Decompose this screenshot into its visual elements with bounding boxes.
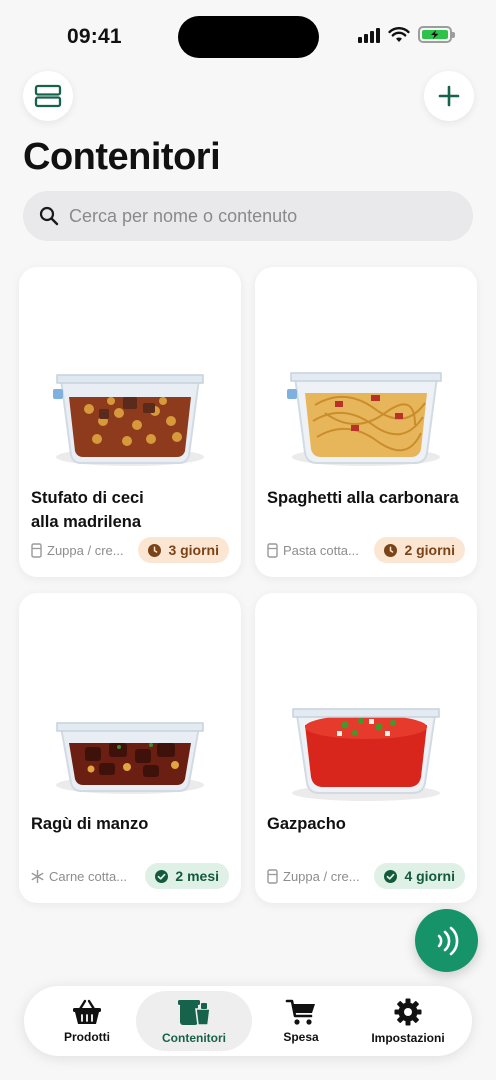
status-bar: 09:41 <box>0 0 496 70</box>
nfc-scan-button[interactable] <box>415 909 478 972</box>
page-title: Contenitori <box>23 136 221 178</box>
tab-label: Impostazioni <box>371 1031 445 1045</box>
expiry-badge: 2 giorni <box>374 537 465 563</box>
check-icon <box>155 869 169 883</box>
card-footer: Pasta cotta... 2 giorni <box>267 537 465 563</box>
container-card[interactable]: Spaghetti alla carbonara Pasta cotta... … <box>255 267 477 577</box>
container-name: Ragù di manzo <box>31 815 149 833</box>
card-footer: Zuppa / cre... 4 giorni <box>267 863 465 889</box>
container-name: Stufato di ceci alla madrilena <box>31 489 144 531</box>
clock-icon <box>148 543 162 557</box>
category-label: Carne cotta... <box>49 868 128 884</box>
expiry-label: 2 mesi <box>175 868 219 884</box>
add-container-button[interactable] <box>424 71 474 121</box>
card-footer: Zuppa / cre... 3 giorni <box>31 537 229 563</box>
layout-toggle-button[interactable] <box>23 71 73 121</box>
container-card[interactable]: Stufato di ceci alla madrilena Zuppa / c… <box>19 267 241 577</box>
dynamic-island <box>178 16 319 58</box>
tab-contenitori[interactable]: Contenitori <box>136 991 252 1051</box>
container-card[interactable]: Ragù di manzo Carne cotta... 2 mesi <box>19 593 241 903</box>
container-card[interactable]: Gazpacho Zuppa / cre... 4 giorni <box>255 593 477 903</box>
fridge-icon <box>31 542 42 558</box>
nfc-icon <box>437 926 458 955</box>
expiry-badge: 3 giorni <box>138 537 229 563</box>
container-name: Spaghetti alla carbonara <box>267 489 459 507</box>
search-bar[interactable] <box>23 191 473 241</box>
check-icon <box>384 869 398 883</box>
basket-icon <box>73 999 101 1024</box>
snowflake-icon <box>31 869 44 883</box>
tab-spesa[interactable]: Spesa <box>243 991 359 1051</box>
expiry-badge: 4 giorni <box>374 863 465 889</box>
expiry-label: 4 giorni <box>404 868 455 884</box>
status-time: 09:41 <box>67 25 122 48</box>
container-name: Gazpacho <box>267 815 346 833</box>
tab-label: Spesa <box>283 1030 319 1044</box>
gazpacho-image <box>292 708 440 801</box>
category: Zuppa / cre... <box>267 869 360 884</box>
tab-label: Prodotti <box>64 1030 110 1044</box>
list-layout-icon <box>34 84 62 108</box>
cart-icon <box>285 999 315 1025</box>
tab-bar: Prodotti Contenitori Spesa Impostazioni <box>24 986 472 1056</box>
fridge-icon <box>267 542 278 558</box>
tab-impostazioni[interactable]: Impostazioni <box>350 991 466 1051</box>
battery-icon <box>418 26 455 43</box>
beef-ragu-image <box>56 722 204 794</box>
expiry-badge: 2 mesi <box>145 863 229 889</box>
expiry-label: 2 giorni <box>404 542 455 558</box>
chickpea-stew-image <box>53 374 204 466</box>
category-label: Zuppa / cre... <box>47 542 124 558</box>
signal-icon <box>358 27 380 43</box>
category: Pasta cotta... <box>267 543 359 558</box>
fridge-icon <box>267 868 278 884</box>
spaghetti-image <box>287 372 442 466</box>
category: Carne cotta... <box>31 869 127 884</box>
gear-icon <box>394 998 422 1026</box>
search-icon <box>39 206 59 226</box>
clock-icon <box>384 543 398 557</box>
search-input[interactable] <box>69 205 449 227</box>
wifi-icon <box>388 26 410 42</box>
expiry-label: 3 giorni <box>168 542 219 558</box>
containers-icon <box>178 1000 211 1026</box>
category-label: Pasta cotta... <box>283 542 359 558</box>
card-footer: Carne cotta... 2 mesi <box>31 863 229 889</box>
tab-label: Contenitori <box>162 1031 226 1045</box>
status-icons <box>358 26 455 43</box>
category: Zuppa / cre... <box>31 543 124 558</box>
plus-icon <box>438 85 460 107</box>
category-label: Zuppa / cre... <box>283 868 360 884</box>
tab-prodotti[interactable]: Prodotti <box>29 991 145 1051</box>
